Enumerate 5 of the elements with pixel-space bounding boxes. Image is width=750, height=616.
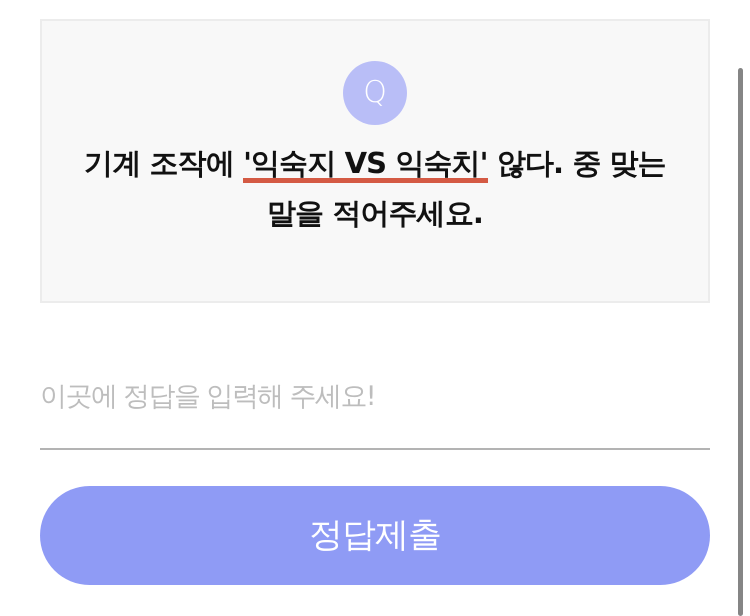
submit-answer-button[interactable]: 정답제출 [40, 486, 710, 585]
question-text: 기계 조작에 '익숙지 VS 익숙치' 않다. 중 맞는 말을 적어주세요. [83, 145, 667, 232]
scrollbar-thumb[interactable] [738, 68, 743, 616]
question-badge: Q [343, 61, 407, 125]
answer-input-field[interactable]: 이곳에 정답을 입력해 주세요! [40, 367, 710, 450]
